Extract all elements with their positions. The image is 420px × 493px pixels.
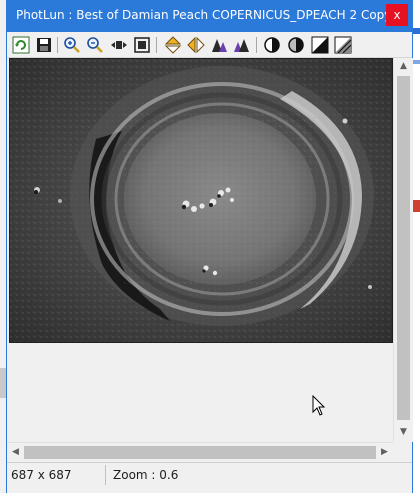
fit-window-button[interactable] bbox=[133, 36, 151, 54]
image-dimensions: 687 x 687 bbox=[11, 468, 72, 482]
vertical-scroll-thumb[interactable] bbox=[397, 76, 410, 420]
close-icon: x bbox=[393, 8, 401, 22]
title-bar[interactable]: PhotLun : Best of Damian Peach COPERNICU… bbox=[7, 0, 412, 32]
save-button[interactable] bbox=[35, 36, 53, 54]
flip-vertical-button[interactable] bbox=[164, 36, 182, 54]
save-icon bbox=[37, 38, 51, 52]
filter-button[interactable] bbox=[334, 36, 352, 54]
lunar-image bbox=[9, 58, 393, 343]
flip-horizontal-icon bbox=[187, 36, 205, 54]
image-viewport[interactable] bbox=[7, 58, 393, 442]
mouse-cursor-icon bbox=[312, 395, 326, 416]
flip-vertical-icon bbox=[164, 36, 182, 54]
toolbar-separator bbox=[256, 37, 257, 53]
brightness-icon bbox=[288, 37, 304, 53]
contrast-button[interactable] bbox=[263, 36, 281, 54]
fit-width-button[interactable] bbox=[110, 36, 128, 54]
copernicus-crater-picture bbox=[10, 59, 392, 342]
toolbar bbox=[7, 32, 412, 58]
refresh-button[interactable] bbox=[12, 36, 30, 54]
invert-icon bbox=[311, 36, 329, 54]
horizontal-scroll-thumb[interactable] bbox=[24, 446, 376, 459]
filter-icon bbox=[334, 36, 352, 54]
zoom-out-icon bbox=[87, 37, 103, 53]
scroll-down-arrow-icon[interactable]: ▼ bbox=[394, 424, 413, 441]
scrollbar-corner bbox=[393, 442, 412, 461]
toolbar-separator bbox=[57, 37, 58, 53]
photlun-window: PhotLun : Best of Damian Peach COPERNICU… bbox=[7, 0, 413, 493]
zoom-in-button[interactable] bbox=[63, 36, 81, 54]
refresh-icon bbox=[12, 36, 30, 54]
zoom-out-button[interactable] bbox=[86, 36, 104, 54]
fit-width-icon bbox=[111, 41, 127, 49]
brightness-button[interactable] bbox=[287, 36, 305, 54]
fit-window-icon bbox=[134, 37, 150, 53]
status-bar: 687 x 687 Zoom : 0.6 bbox=[7, 462, 412, 487]
scroll-up-arrow-icon[interactable]: ▲ bbox=[394, 58, 413, 75]
window-title: PhotLun : Best of Damian Peach COPERNICU… bbox=[16, 8, 394, 22]
scroll-left-arrow-icon[interactable]: ◀ bbox=[7, 443, 24, 462]
invert-button[interactable] bbox=[311, 36, 329, 54]
rotate-right-icon bbox=[234, 39, 249, 52]
empty-canvas-area bbox=[9, 343, 391, 441]
scroll-right-arrow-icon[interactable]: ▶ bbox=[376, 443, 393, 462]
flip-horizontal-button[interactable] bbox=[187, 36, 205, 54]
vertical-scrollbar[interactable]: ▲ ▼ bbox=[393, 58, 413, 442]
contrast-icon bbox=[264, 37, 280, 53]
rotate-left-icon bbox=[212, 39, 227, 52]
rotate-right-button[interactable] bbox=[233, 36, 251, 54]
status-divider bbox=[105, 465, 106, 485]
toolbar-separator bbox=[156, 37, 157, 53]
zoom-in-icon bbox=[64, 37, 80, 53]
zoom-level: Zoom : 0.6 bbox=[113, 468, 179, 482]
rotate-left-button[interactable] bbox=[210, 36, 228, 54]
horizontal-scrollbar[interactable]: ◀ ▶ bbox=[7, 442, 393, 462]
close-button[interactable]: x bbox=[386, 4, 408, 26]
